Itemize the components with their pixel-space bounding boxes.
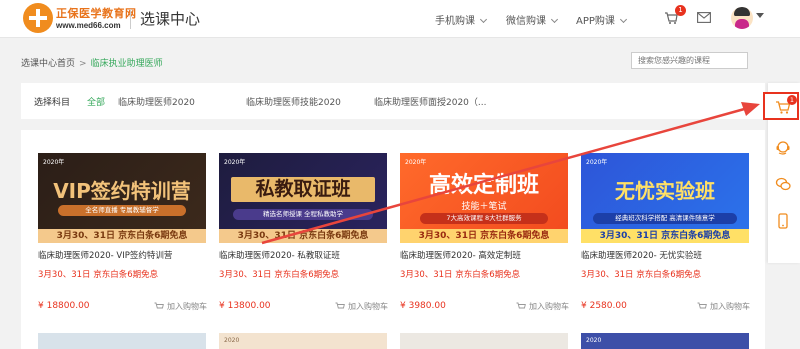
banner-headline: 私教取证班 [231, 177, 375, 202]
banner-tagline: 技能＋笔试 [461, 202, 507, 212]
chevron-down-icon [479, 15, 488, 24]
banner-promo: 3月30、31日 京东白条6期免息 [219, 229, 387, 243]
course-price: ¥ 2580.00 [581, 301, 627, 311]
breadcrumb-current: 临床执业助理医师 [90, 59, 163, 69]
course-price: ¥ 18800.00 [38, 301, 90, 311]
nav-app-purchase[interactable]: APP购课 [576, 12, 627, 27]
course-price: ¥ 3980.00 [400, 301, 446, 311]
course-title[interactable]: 临床助理医师2020- 私教取证班 [219, 249, 340, 261]
cart-icon [697, 302, 707, 309]
nav-label: APP购课 [576, 16, 615, 27]
nav-label: 手机购课 [435, 16, 475, 27]
course-card-partial[interactable]: 2020 [219, 333, 387, 349]
avatar[interactable] [731, 7, 753, 29]
banner-year: 2020年 [224, 159, 246, 166]
banner-year: 2020年 [43, 159, 65, 166]
mail-icon[interactable] [697, 12, 711, 23]
page-title: 选课中心 [140, 10, 201, 28]
banner-promo: 3月30、31日 京东白条6期免息 [400, 229, 568, 243]
chat-icon[interactable] [775, 176, 791, 192]
banner-headline: 高效定制班 [428, 173, 539, 198]
add-to-cart-label: 加入购物车 [710, 302, 750, 311]
banner-tagline: 全名师直播 专属教辅督学 [58, 205, 186, 216]
add-to-cart-label: 加入购物车 [167, 302, 207, 311]
add-to-cart-button[interactable]: 加入购物车 [154, 301, 207, 312]
banner-tagline: 精选名师授课 全程私教助学 [233, 209, 373, 220]
course-banner[interactable]: 2020年 VIP签约特训营 全名师直播 专属教辅督学 3月30、31日 京东白… [38, 153, 206, 243]
course-banner[interactable]: 2020年 无忧实验班 经典班次科学搭配 高清课件随意学 3月30、31日 京东… [581, 153, 749, 243]
course-promo-text: 3月30、31日 京东白条6期免息 [581, 270, 702, 280]
search-input[interactable] [631, 52, 748, 69]
course-card-partial[interactable] [38, 333, 206, 349]
banner-headline: VIP签约特训营 [53, 179, 191, 203]
filter-clinical-skills[interactable]: 临床助理医师技能2020 [246, 95, 341, 108]
subject-filter-bar: 选择科目 全部 临床助理医师2020 临床助理医师技能2020 临床助理医师面授… [21, 83, 765, 119]
floating-cart-badge: 1 [787, 95, 797, 105]
filter-clinical-assistant[interactable]: 临床助理医师2020 [118, 95, 195, 108]
filter-all[interactable]: 全部 [87, 95, 105, 108]
course-promo-text: 3月30、31日 京东白条6期免息 [400, 270, 521, 280]
add-to-cart-button[interactable]: 加入购物车 [516, 301, 569, 312]
banner-tagline: 经典班次科学搭配 高清课件随意学 [593, 213, 737, 224]
nav-label: 微信购课 [506, 16, 546, 27]
cart-icon [154, 302, 164, 309]
course-title[interactable]: 临床助理医师2020- 高效定制班 [400, 249, 521, 261]
banner-year: 2020 [586, 337, 602, 344]
banner-year: 2020 [224, 337, 240, 344]
banner-headline: 无忧实验班 [615, 179, 715, 203]
banner-year: 2020年 [405, 159, 427, 166]
cart-count-badge: 1 [675, 5, 686, 16]
course-promo-text: 3月30、31日 京东白条6期免息 [38, 270, 159, 280]
phone-icon[interactable] [775, 213, 791, 229]
add-to-cart-button[interactable]: 加入购物车 [335, 301, 388, 312]
course-price: ¥ 13800.00 [219, 301, 271, 311]
cart-icon [335, 302, 345, 309]
course-banner[interactable]: 2020年 私教取证班 精选名师授课 全程私教助学 3月30、31日 京东白条6… [219, 153, 387, 243]
breadcrumb-home[interactable]: 选课中心首页 [21, 59, 75, 69]
banner-promo: 3月30、31日 京东白条6期免息 [581, 229, 749, 243]
course-card-partial[interactable]: 2020 [581, 333, 749, 349]
banner-promo: 3月30、31日 京东白条6期免息 [38, 229, 206, 243]
breadcrumb-separator: > [79, 59, 87, 69]
filter-label: 选择科目 [34, 98, 71, 108]
add-to-cart-button[interactable]: 加入购物车 [697, 301, 750, 312]
course-card-partial[interactable] [400, 333, 568, 349]
chevron-down-icon[interactable] [756, 13, 764, 18]
logo-divider [130, 9, 131, 29]
course-promo-text: 3月30、31日 京东白条6期免息 [219, 270, 340, 280]
cart-icon [516, 302, 526, 309]
logo-name[interactable]: 正保医学教育网 [56, 5, 137, 21]
filter-clinical-in-person[interactable]: 临床助理医师面授2020（... [374, 95, 487, 108]
chevron-down-icon [619, 15, 627, 24]
banner-year: 2020年 [586, 159, 608, 166]
logo-icon[interactable] [23, 3, 53, 33]
add-to-cart-label: 加入购物车 [348, 302, 388, 311]
top-header: 正保医学教育网 www.med66.com 选课中心 手机购课 微信购课 APP… [0, 0, 800, 38]
add-to-cart-label: 加入购物车 [529, 302, 569, 311]
banner-tagline-2: 7大高效课程 8大社群服务 [420, 213, 548, 224]
headset-icon[interactable] [775, 140, 791, 156]
chevron-down-icon [550, 15, 559, 24]
nav-wechat-purchase[interactable]: 微信购课 [506, 12, 559, 27]
course-title[interactable]: 临床助理医师2020- VIP签约特训营 [38, 249, 172, 261]
course-title[interactable]: 临床助理医师2020- 无忧实验班 [581, 249, 702, 261]
logo-url[interactable]: www.med66.com [56, 21, 121, 30]
course-banner[interactable]: 2020年 高效定制班 技能＋笔试 7大高效课程 8大社群服务 3月30、31日… [400, 153, 568, 243]
nav-mobile-purchase[interactable]: 手机购课 [435, 12, 488, 27]
breadcrumb: 选课中心首页 > 临床执业助理医师 [21, 56, 163, 69]
